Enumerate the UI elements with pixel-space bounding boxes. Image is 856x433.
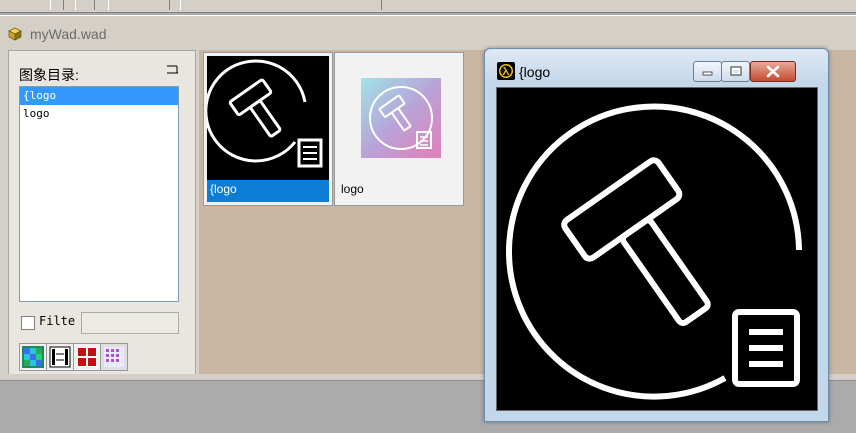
red-tiles-button[interactable] (73, 343, 101, 371)
toolbar-segment (75, 0, 95, 10)
image-preview-window: {logo (484, 48, 829, 422)
thumbnail-frame (338, 56, 460, 202)
pin-icon[interactable] (165, 63, 179, 75)
purple-grid-icon (104, 347, 124, 367)
thumbnail-logo-outline[interactable]: {logo (203, 52, 333, 206)
toolbar-segment (50, 0, 64, 10)
close-button[interactable] (750, 61, 796, 82)
maximize-button[interactable] (721, 61, 750, 82)
color-grid-icon (22, 346, 44, 368)
logo-gradient-icon (338, 56, 460, 180)
thumbnail-frame (204, 56, 329, 202)
minimize-icon (702, 71, 713, 76)
filter-row: Filte (19, 312, 187, 334)
film-strip-icon (49, 346, 71, 368)
thumbnail-label: {logo (210, 182, 237, 196)
purple-grid-button[interactable] (100, 343, 128, 371)
list-item[interactable]: logo (20, 105, 178, 123)
half-life-lambda-icon (497, 62, 515, 80)
filter-checkbox[interactable] (21, 316, 35, 330)
preview-image-canvas (496, 87, 818, 411)
color-grid-button[interactable] (19, 343, 47, 371)
list-item[interactable]: {logo (20, 87, 178, 105)
preview-title: {logo (519, 64, 551, 80)
close-icon (766, 65, 780, 78)
toolbar-segment (108, 0, 170, 10)
minimize-button[interactable] (693, 61, 722, 82)
package-icon (8, 27, 22, 41)
image-listbox[interactable]: {logo logo (19, 86, 179, 302)
thumbnail-logo-gradient[interactable]: logo (334, 52, 464, 206)
maximize-icon (730, 66, 742, 76)
image-list-panel: 图象目录: {logo logo Filte (8, 50, 196, 377)
red-tiles-icon (77, 347, 97, 367)
panel-caption: 图象目录: (19, 67, 79, 83)
logo-hammer-icon (204, 56, 329, 180)
document-titlebar[interactable]: myWad.wad (0, 16, 856, 50)
thumbnail-label: logo (341, 182, 364, 196)
filter-label: Filte (39, 314, 76, 328)
preview-titlebar[interactable]: {logo (485, 49, 828, 85)
document-title: myWad.wad (30, 26, 107, 42)
top-toolbar-strip (0, 0, 856, 13)
logo-hammer-large-icon (497, 88, 817, 410)
film-strip-button[interactable] (46, 343, 74, 371)
toolbar-segment (180, 0, 382, 10)
filter-input[interactable] (81, 312, 179, 334)
